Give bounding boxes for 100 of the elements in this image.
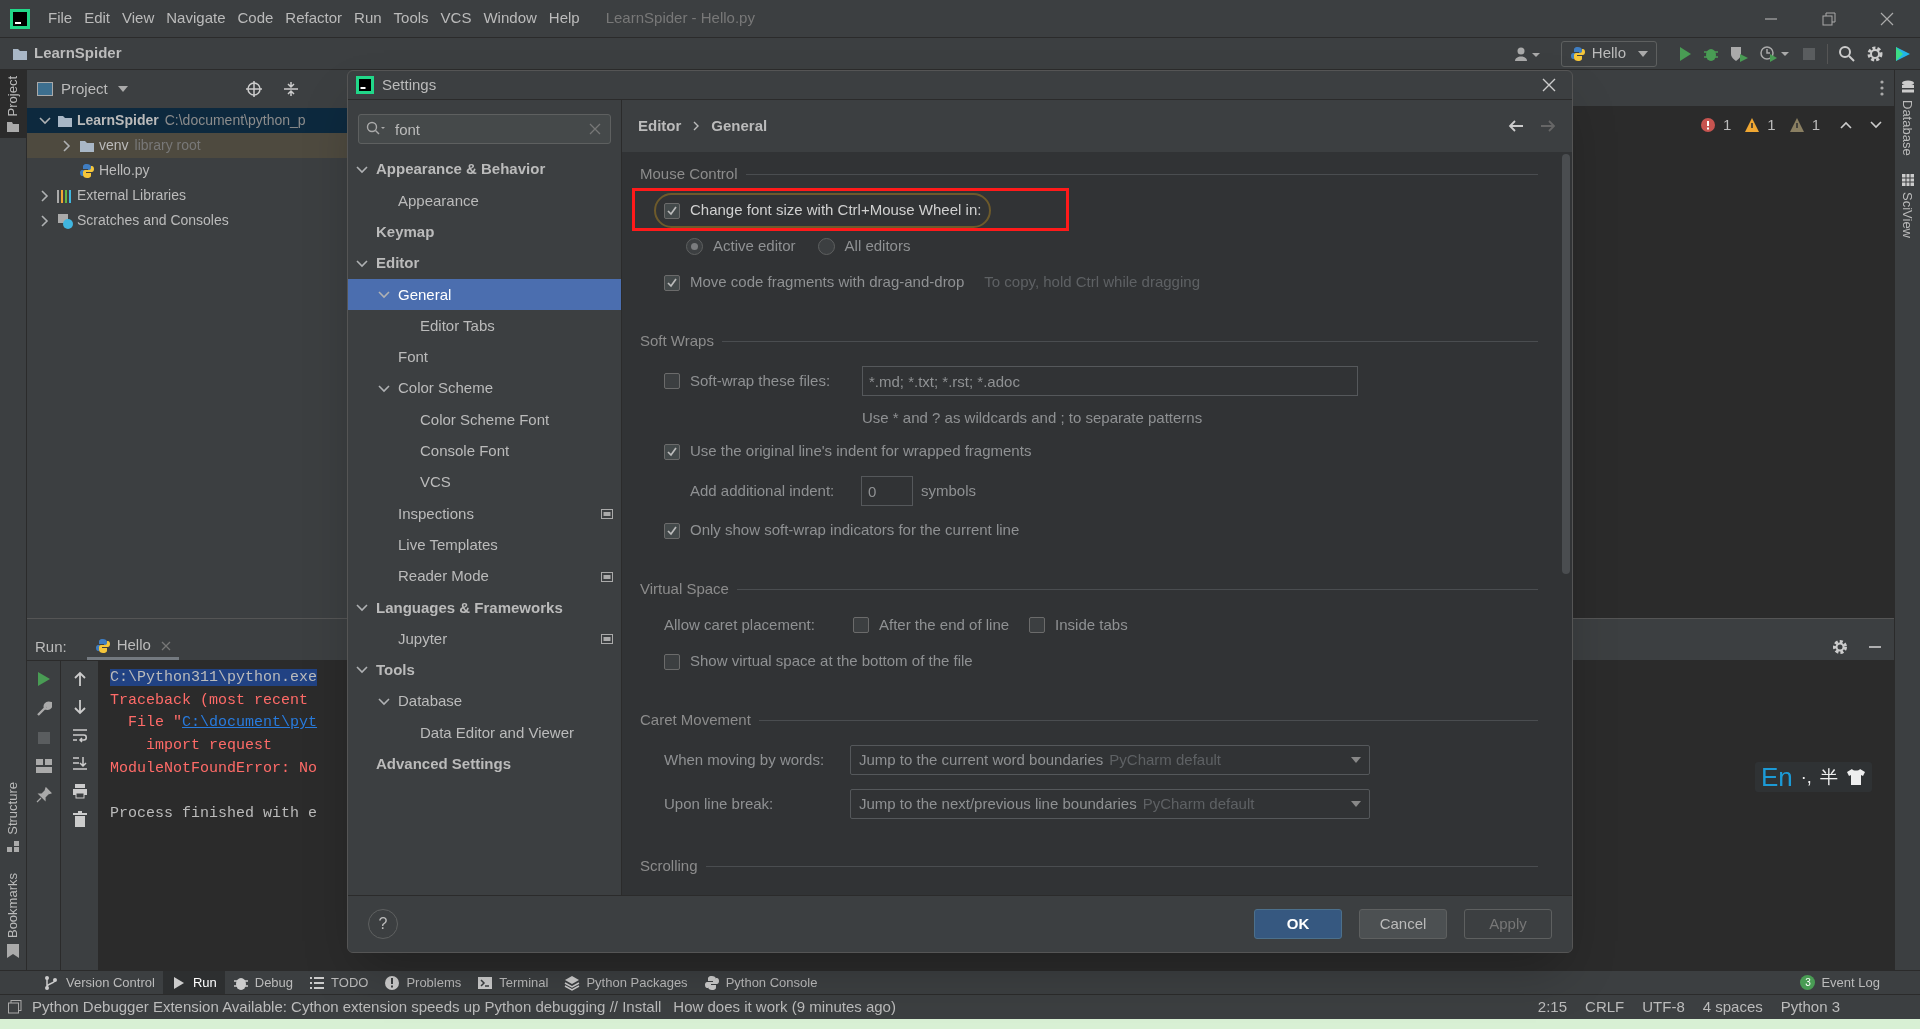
menu-item[interactable]: Help bbox=[542, 7, 586, 30]
settings-tree-item[interactable]: General bbox=[348, 279, 621, 311]
file-link[interactable]: C:\document\pyt bbox=[182, 714, 318, 732]
checkbox-label[interactable]: Show virtual space at the bottom of the file bbox=[690, 650, 973, 673]
radio-button[interactable] bbox=[817, 238, 835, 255]
project-tool-tab[interactable]: Project bbox=[0, 70, 27, 139]
layout-icon[interactable] bbox=[35, 759, 52, 773]
tool-window-tab[interactable]: Python Console bbox=[695, 971, 826, 994]
settings-tree-item[interactable]: Color Scheme Font bbox=[348, 404, 621, 436]
tool-window-tab[interactable]: Python Packages bbox=[556, 971, 696, 994]
target-icon[interactable] bbox=[245, 81, 262, 97]
radio-button[interactable] bbox=[686, 238, 703, 255]
checkbox-label[interactable]: Inside tabs bbox=[1055, 613, 1128, 637]
settings-tree-item[interactable]: Editor Tabs bbox=[348, 310, 621, 342]
settings-tree-item[interactable]: Advanced Settings bbox=[348, 748, 621, 780]
chevron-down-icon[interactable] bbox=[1870, 121, 1882, 130]
input-field[interactable]: *.md; *.txt; *.rst; *.adoc bbox=[862, 366, 1358, 396]
settings-icon[interactable] bbox=[1832, 639, 1848, 655]
tool-window-tab[interactable]: Debug bbox=[224, 971, 302, 994]
trash-icon[interactable] bbox=[72, 811, 87, 827]
tool-window-tab[interactable]: Terminal bbox=[469, 971, 557, 994]
run-icon[interactable] bbox=[36, 671, 51, 687]
event-log-tab[interactable]: 3 Event Log bbox=[1800, 972, 1880, 993]
dialog-button[interactable]: OK bbox=[1254, 909, 1342, 939]
settings-tree-item[interactable]: Font bbox=[348, 341, 621, 374]
search-icon[interactable] bbox=[1838, 44, 1856, 63]
search-field[interactable]: font bbox=[358, 114, 611, 144]
settings-tree-item[interactable]: Appearance bbox=[348, 185, 621, 217]
menu-item[interactable]: Tools bbox=[387, 7, 435, 30]
checkbox-label[interactable]: Move code fragments with drag-and-drop bbox=[690, 271, 965, 294]
status-link[interactable]: How does it work (9 minutes ago) bbox=[673, 995, 896, 1019]
menu-item[interactable]: VCS bbox=[434, 7, 478, 30]
menu-item[interactable]: Code bbox=[231, 7, 280, 30]
menu-item[interactable]: Run bbox=[348, 7, 388, 30]
pin-icon[interactable] bbox=[35, 787, 52, 803]
settings-tree-item[interactable]: Jupyter bbox=[348, 623, 621, 655]
arrow-down-icon[interactable] bbox=[72, 699, 87, 715]
settings-tree-item[interactable]: VCS bbox=[348, 466, 621, 499]
status-widget[interactable]: 2:15 bbox=[1537, 995, 1568, 1019]
tool-window-tab[interactable]: TODO bbox=[301, 971, 377, 994]
back-icon[interactable] bbox=[1508, 119, 1524, 133]
settings-tree-item[interactable]: Database bbox=[348, 686, 621, 718]
breadcrumb-item[interactable]: General bbox=[711, 114, 768, 138]
status-widget[interactable]: CRLF bbox=[1585, 995, 1625, 1019]
run-config-dropdown[interactable]: Hello bbox=[1560, 40, 1657, 67]
menu-item[interactable]: Edit bbox=[78, 7, 117, 30]
checkbox[interactable] bbox=[664, 202, 680, 219]
checkbox[interactable] bbox=[664, 274, 680, 291]
checkbox[interactable] bbox=[664, 522, 680, 539]
tool-window-tab[interactable]: Run bbox=[162, 971, 225, 994]
breadcrumb-item[interactable]: Editor bbox=[638, 114, 682, 138]
checkbox[interactable] bbox=[1029, 617, 1046, 633]
tool-window-tab[interactable]: Problems bbox=[376, 971, 470, 994]
settings-tree-item[interactable]: Reader Mode bbox=[348, 560, 621, 593]
number-field[interactable]: 0 bbox=[861, 476, 913, 506]
collapse-icon[interactable] bbox=[283, 81, 298, 97]
restore-icon[interactable] bbox=[1822, 11, 1836, 26]
chevron-up-icon[interactable] bbox=[1840, 121, 1852, 130]
print-icon[interactable] bbox=[71, 783, 88, 799]
close-icon[interactable] bbox=[1542, 78, 1556, 92]
close-icon[interactable] bbox=[1880, 11, 1894, 26]
tool-window-tab[interactable]: Database bbox=[1897, 80, 1918, 156]
settings-tree-item[interactable]: Inspections bbox=[348, 498, 621, 530]
settings-tree-item[interactable]: Keymap bbox=[348, 216, 621, 248]
more-icon[interactable] bbox=[1880, 80, 1884, 96]
settings-tree-item[interactable]: Live Templates bbox=[348, 529, 621, 561]
menu-item[interactable]: View bbox=[116, 7, 161, 30]
status-widget[interactable]: UTF-8 bbox=[1642, 995, 1685, 1019]
settings-tree-item[interactable]: Languages & Frameworks bbox=[348, 592, 621, 624]
wrench-icon[interactable] bbox=[35, 701, 52, 717]
checkbox-label[interactable]: Use the original line's indent for wrapped fragments bbox=[690, 440, 1032, 463]
tool-window-tab[interactable]: SciView bbox=[1897, 173, 1918, 238]
radio-label[interactable]: Active editor bbox=[713, 235, 796, 258]
checkbox-label[interactable]: Soft-wrap these files: bbox=[690, 369, 831, 393]
settings-icon[interactable] bbox=[1866, 44, 1884, 63]
dialog-button[interactable]: Cancel bbox=[1359, 909, 1447, 939]
status-widget[interactable]: Python 3 bbox=[1780, 995, 1840, 1019]
checkbox[interactable] bbox=[664, 373, 680, 389]
menu-item[interactable]: File bbox=[42, 7, 79, 30]
tool-window-tab[interactable]: Version Control bbox=[36, 971, 163, 994]
settings-tree-item[interactable]: Editor bbox=[348, 247, 621, 280]
checkbox[interactable] bbox=[664, 653, 680, 670]
project-name[interactable]: LearnSpider bbox=[34, 42, 122, 65]
user-icon[interactable] bbox=[1514, 45, 1541, 62]
settings-tree-item[interactable]: Data Editor and Viewer bbox=[348, 717, 621, 749]
run-icon[interactable] bbox=[1677, 45, 1693, 62]
checkbox-label[interactable]: After the end of line bbox=[879, 613, 1010, 637]
settings-tree-item[interactable]: Tools bbox=[348, 654, 621, 687]
menu-item[interactable]: Navigate bbox=[160, 7, 232, 30]
checkbox[interactable] bbox=[853, 617, 869, 633]
toolbox-icon[interactable] bbox=[1894, 44, 1912, 63]
checkbox[interactable] bbox=[664, 443, 680, 460]
radio-label[interactable]: All editors bbox=[844, 235, 911, 258]
settings-tree-item[interactable]: Color Scheme bbox=[348, 373, 621, 405]
wrap-icon[interactable] bbox=[71, 727, 88, 743]
menu-item[interactable]: Refactor bbox=[279, 7, 349, 30]
tool-window-tab[interactable]: Bookmarks bbox=[0, 868, 27, 962]
ime-indicator[interactable]: En ·, 半 bbox=[1755, 762, 1872, 792]
settings-tree-item[interactable]: Console Font bbox=[348, 435, 621, 467]
scroll-end-icon[interactable] bbox=[71, 755, 88, 771]
